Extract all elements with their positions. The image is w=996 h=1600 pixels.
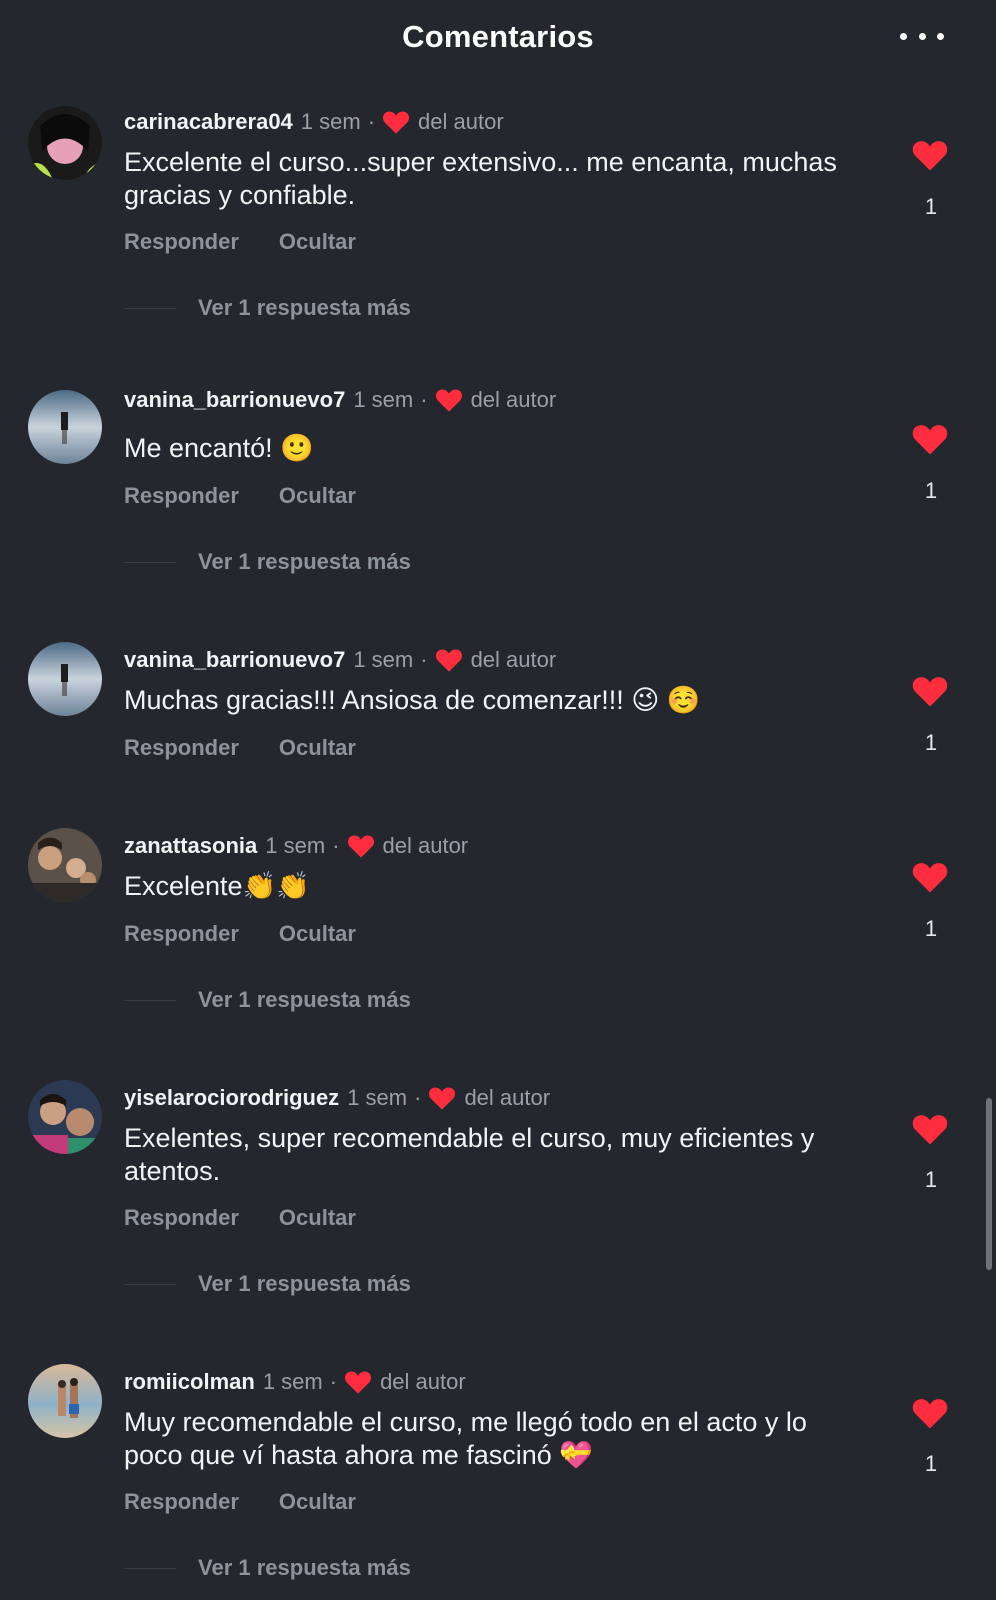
comment-text: Me encantó! 🙂 [124, 433, 314, 463]
heart-icon[interactable] [911, 422, 949, 456]
timestamp: 1 sem [353, 387, 414, 412]
separator: · [332, 833, 340, 858]
heart-icon[interactable] [911, 1112, 949, 1146]
author-like-label: del autor [382, 833, 469, 858]
avatar[interactable] [28, 828, 102, 902]
heart-icon [345, 1371, 372, 1394]
like-count: 1 [924, 730, 938, 755]
scrollbar[interactable] [986, 1098, 992, 1270]
comment-header: yiselarociorodriguez 1 sem · del autor [124, 1084, 550, 1112]
username[interactable]: romiicolman [124, 1368, 255, 1396]
timestamp: 1 sem [262, 1369, 323, 1394]
separator: · [420, 387, 428, 412]
comment-header: vanina_barrionuevo7 1 sem · del autor [124, 646, 556, 674]
hide-button[interactable]: Ocultar [279, 228, 356, 256]
heart-icon [435, 389, 462, 412]
author-like-label: del autor [380, 1369, 466, 1394]
comment-actions: Responder Ocultar [124, 734, 356, 762]
replies-divider [124, 307, 176, 309]
reply-button[interactable]: Responder [124, 1488, 239, 1516]
reply-button[interactable]: Responder [124, 1204, 239, 1232]
heart-icon [383, 111, 410, 134]
username[interactable]: yiselarociorodriguez [124, 1084, 339, 1112]
replies-divider [124, 999, 176, 1001]
view-replies-button[interactable]: Ver 1 respuesta más [124, 548, 411, 576]
username[interactable]: carinacabrera04 [124, 108, 293, 136]
hide-button[interactable]: Ocultar [279, 1488, 356, 1516]
replies-divider [124, 561, 176, 563]
reply-button[interactable]: Responder [124, 734, 239, 762]
avatar[interactable] [28, 106, 102, 180]
author-like-label: del autor [464, 1085, 551, 1110]
comment-actions: Responder Ocultar [124, 1488, 356, 1516]
hide-button[interactable]: Ocultar [279, 920, 356, 948]
reply-button[interactable]: Responder [124, 482, 239, 510]
view-replies-label[interactable]: Ver 1 respuesta más [198, 294, 411, 322]
comment-actions: Responder Ocultar [124, 228, 356, 256]
hide-button[interactable]: Ocultar [279, 482, 356, 510]
like-count: 1 [924, 1167, 938, 1192]
timestamp: 1 sem [300, 109, 361, 134]
heart-icon[interactable] [911, 1396, 949, 1430]
avatar[interactable] [28, 642, 102, 716]
view-replies-button[interactable]: Ver 1 respuesta más [124, 1270, 411, 1298]
page-title: Comentarios [402, 19, 594, 54]
timestamp: 1 sem [265, 833, 326, 858]
heart-icon [429, 1087, 456, 1110]
like-count: 1 [924, 1451, 938, 1476]
replies-divider [124, 1283, 176, 1285]
hide-button[interactable]: Ocultar [279, 1204, 356, 1232]
comment-actions: Responder Ocultar [124, 1204, 356, 1232]
separator: · [420, 647, 428, 672]
view-replies-button[interactable]: Ver 1 respuesta más [124, 986, 411, 1014]
like-count: 1 [924, 478, 938, 503]
comment-actions: Responder Ocultar [124, 920, 356, 948]
comment-header: carinacabrera04 1 sem · del autor [124, 108, 504, 136]
like-count: 1 [924, 194, 938, 219]
view-replies-label[interactable]: Ver 1 respuesta más [198, 986, 411, 1014]
reply-button[interactable]: Responder [124, 920, 239, 948]
view-replies-button[interactable]: Ver 1 respuesta más [124, 1554, 411, 1582]
comment-text: Muchas gracias!!! Ansiosa de comenzar!!!… [124, 685, 701, 715]
view-replies-label[interactable]: Ver 1 respuesta más [198, 1270, 411, 1298]
heart-icon[interactable] [911, 138, 949, 172]
avatar[interactable] [28, 1364, 102, 1438]
hide-button[interactable]: Ocultar [279, 734, 356, 762]
more-options-icon[interactable] [900, 22, 944, 50]
view-replies-label[interactable]: Ver 1 respuesta más [198, 548, 411, 576]
heart-icon[interactable] [911, 674, 949, 708]
heart-icon [435, 649, 462, 672]
username[interactable]: vanina_barrionuevo7 [124, 646, 345, 674]
comment-header: zanattasonia 1 sem · del autor [124, 832, 468, 860]
comment-actions: Responder Ocultar [124, 482, 356, 510]
heart-icon[interactable] [911, 860, 949, 894]
header: Comentarios [0, 0, 996, 74]
comment-header: romiicolman 1 sem · del autor [124, 1368, 466, 1396]
comment-text: Excelente👏👏 [124, 871, 310, 901]
author-like-label: del autor [470, 647, 557, 672]
heart-icon [347, 835, 374, 858]
comment-header: vanina_barrionuevo7 1 sem · del autor [124, 386, 556, 414]
reply-button[interactable]: Responder [124, 228, 239, 256]
separator: · [367, 109, 376, 134]
comment-text: Muy recomendable el curso, me llegó todo… [124, 1407, 807, 1470]
separator: · [414, 1085, 422, 1110]
timestamp: 1 sem [353, 647, 414, 672]
author-like-label: del autor [418, 109, 504, 134]
view-replies-button[interactable]: Ver 1 respuesta más [124, 294, 411, 322]
view-replies-label[interactable]: Ver 1 respuesta más [198, 1554, 411, 1582]
avatar[interactable] [28, 390, 102, 464]
comment-text: Excelente el curso...super extensivo... … [124, 147, 837, 210]
like-count: 1 [924, 916, 938, 941]
comment-text: Exelentes, super recomendable el curso, … [124, 1123, 815, 1186]
timestamp: 1 sem [347, 1085, 408, 1110]
avatar[interactable] [28, 1080, 102, 1154]
username[interactable]: vanina_barrionuevo7 [124, 386, 345, 414]
separator: · [329, 1369, 338, 1394]
replies-divider [124, 1567, 176, 1569]
author-like-label: del autor [470, 387, 557, 412]
username[interactable]: zanattasonia [124, 832, 257, 860]
